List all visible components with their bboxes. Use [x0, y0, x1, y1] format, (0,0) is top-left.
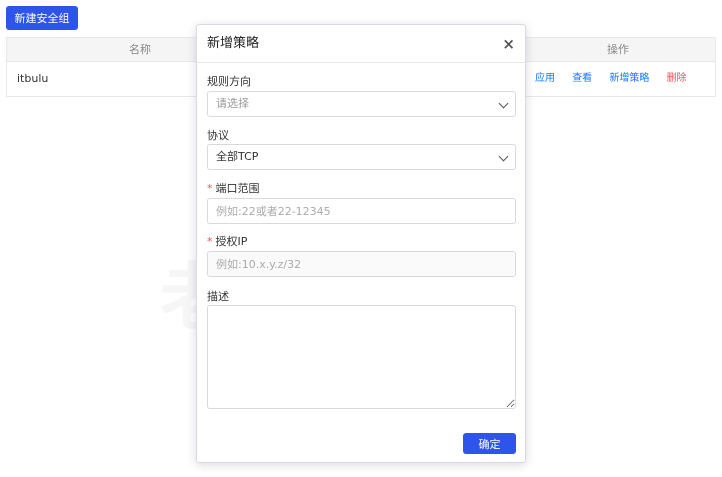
direction-label: 规则方向	[207, 75, 251, 88]
auth-ip-label: * 授权IP	[207, 233, 247, 249]
chevron-down-icon	[498, 98, 509, 109]
add-policy-link[interactable]: 新增策略	[609, 73, 649, 84]
protocol-label: 协议	[207, 129, 229, 142]
protocol-select-value: 全部TCP	[216, 150, 259, 163]
column-header-name: 名称	[129, 43, 151, 56]
port-range-input[interactable]	[207, 198, 516, 224]
column-header-operations: 操作	[607, 43, 629, 56]
direction-select[interactable]: 请选择	[207, 91, 516, 117]
port-range-label-text: 端口范围	[215, 182, 260, 195]
description-textarea[interactable]	[207, 305, 516, 409]
modal-header: 新增策略 ×	[197, 25, 525, 63]
direction-select-value: 请选择	[216, 97, 249, 110]
port-range-label: * 端口范围	[207, 180, 260, 196]
close-icon[interactable]: ×	[502, 35, 515, 53]
chevron-down-icon	[498, 151, 509, 162]
new-security-group-button[interactable]: 新建安全组	[6, 6, 78, 30]
auth-ip-label-text: 授权IP	[215, 235, 248, 248]
view-link[interactable]: 查看	[572, 73, 592, 84]
row-name: itbulu	[17, 72, 49, 85]
row-actions: 应用 查看 新增策略 删除	[535, 62, 701, 96]
modal-title: 新增策略	[207, 36, 260, 51]
required-mark: *	[207, 182, 213, 195]
required-mark: *	[207, 235, 213, 248]
delete-link[interactable]: 删除	[667, 73, 687, 84]
apply-link[interactable]: 应用	[535, 73, 555, 84]
auth-ip-input[interactable]	[207, 251, 516, 277]
protocol-select[interactable]: 全部TCP	[207, 144, 516, 170]
description-label: 描述	[207, 290, 229, 303]
add-policy-modal: 新增策略 × 规则方向 请选择 协议 全部TCP *端口范围 *授权IP 描述 …	[196, 24, 526, 463]
confirm-button[interactable]: 确定	[463, 433, 516, 454]
